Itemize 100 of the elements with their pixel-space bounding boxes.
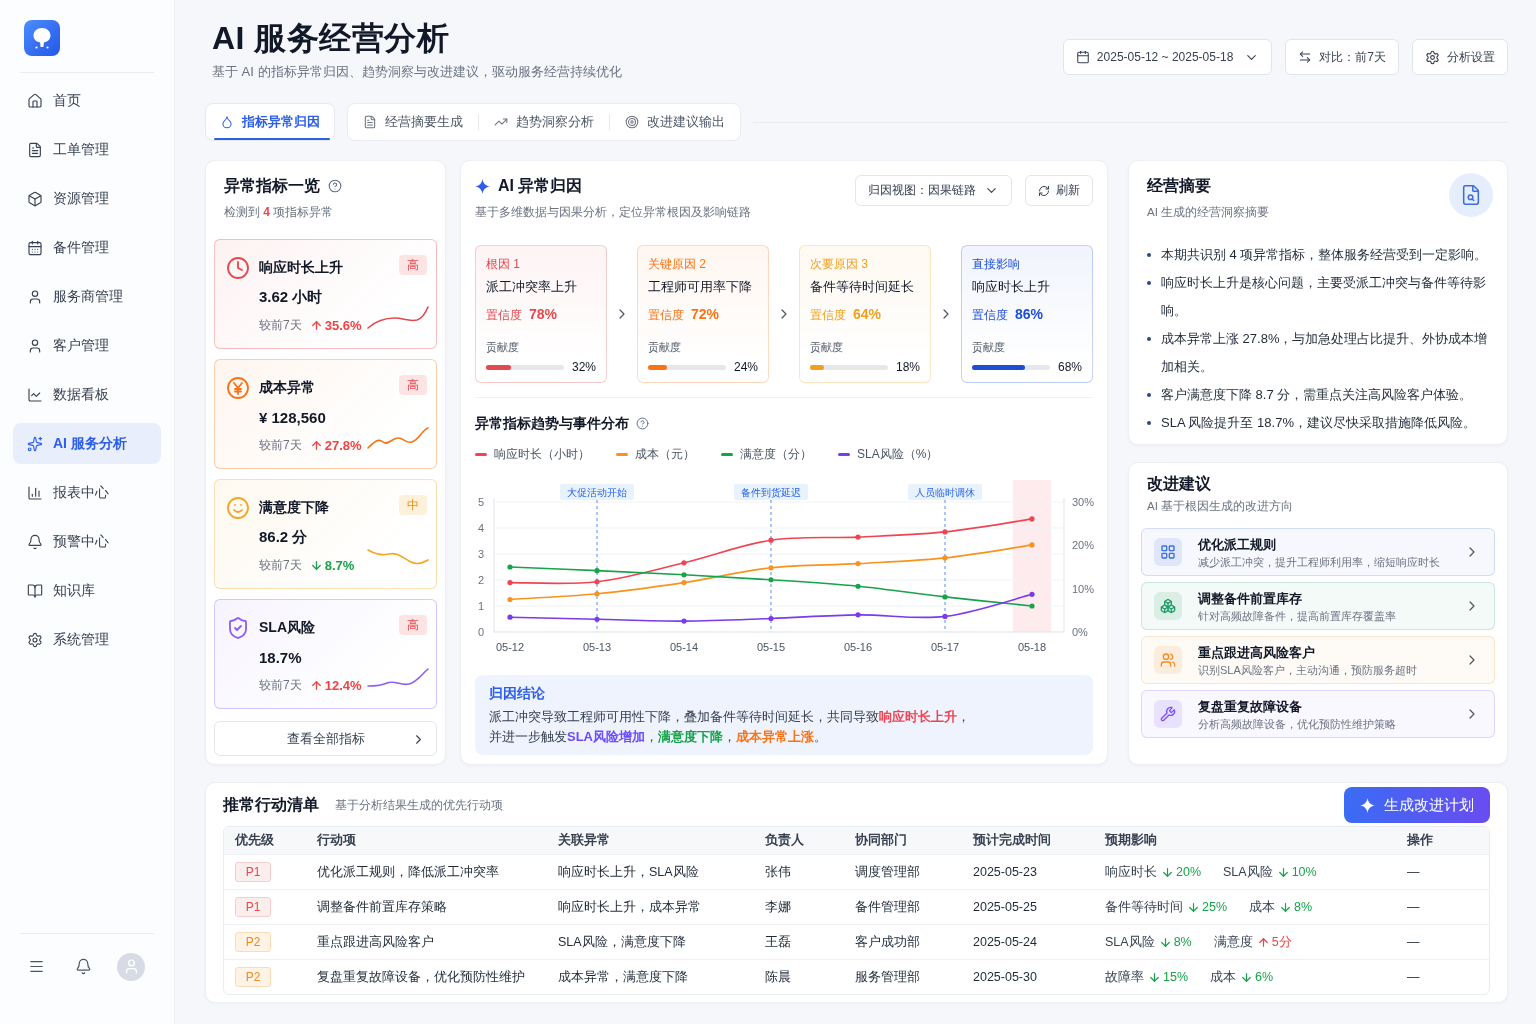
nav-item[interactable]: 系统管理 — [13, 619, 161, 660]
impact-label: SLA风险 — [1105, 933, 1155, 951]
view-select[interactable]: 归因视图：因果链路 — [855, 175, 1012, 206]
user-icon — [27, 337, 43, 354]
confidence-value: 78% — [529, 305, 558, 324]
table-cell-text: 成本异常，满意度下降 — [557, 968, 689, 986]
nav-item[interactable]: 首页 — [13, 80, 161, 121]
nav-item[interactable]: 知识库 — [13, 570, 161, 611]
tab[interactable]: 经营摘要生成 — [348, 104, 478, 140]
column-header: 行动项 — [316, 832, 357, 849]
metric-value: 3.62 小时 — [259, 287, 324, 307]
nav-item[interactable]: 资源管理 — [13, 178, 161, 219]
suggestion-item[interactable]: 优化派工规则 减少派工冲突，提升工程师利用率，缩短响应时长 — [1141, 528, 1495, 576]
metric-name: 成本异常 — [259, 379, 316, 397]
refresh-button[interactable]: 刷新 — [1025, 175, 1093, 206]
nav-item[interactable]: AI 服务分析 — [13, 423, 161, 464]
nav-item[interactable]: 工单管理 — [13, 129, 161, 170]
data-point — [768, 577, 774, 583]
nav-item[interactable]: 服务商管理 — [13, 276, 161, 317]
y-axis-label: 2 — [477, 574, 485, 586]
data-point — [681, 580, 687, 586]
target-icon — [625, 115, 639, 129]
calendar-icon — [1075, 50, 1090, 64]
suggestion-item[interactable]: 重点跟进高风险客户 识别SLA风险客户，主动沟通，预防服务超时 — [1141, 636, 1495, 684]
logo — [24, 20, 60, 56]
metric-value: 18.7% — [259, 648, 303, 666]
severity-badge: 高 — [399, 615, 427, 635]
column-header: 预计完成时间 — [972, 831, 1052, 849]
change-value: 35.6% — [324, 317, 362, 333]
impact-value: 6% — [1255, 970, 1274, 984]
data-point — [594, 579, 600, 585]
priority-badge: P2 — [235, 932, 271, 952]
severity-badge: 高 — [399, 375, 427, 395]
summary-item: 成本异常上涨 27.8%，与加急处理占比提升、外协成本增加相关。 — [1161, 330, 1489, 376]
table-cell-text: 优化派工规则，降低派工冲突率 — [316, 863, 500, 881]
data-point — [942, 594, 948, 600]
data-point — [768, 615, 774, 622]
compare-button[interactable]: 对比：前7天 — [1285, 39, 1399, 75]
y-axis-label: 5 — [477, 496, 485, 508]
date-range-picker[interactable]: 2025-05-12 ~ 2025-05-18 — [1062, 39, 1273, 75]
box-icon — [27, 190, 43, 207]
bullet-dot-icon — [1147, 281, 1151, 285]
settings-icon — [27, 631, 43, 648]
sparkline — [367, 304, 429, 332]
report-icon — [1449, 173, 1493, 217]
data-point — [942, 555, 948, 561]
panel-title: AI 异常归因 — [498, 176, 583, 196]
event-tag: 备件到货延迟 — [734, 484, 808, 500]
y-axis-label: 3 — [477, 548, 485, 560]
suggestion-item[interactable]: 复盘重复故障设备 分析高频故障设备，优化预防性维护策略 — [1141, 690, 1495, 738]
nav-item[interactable]: 数据看板 — [13, 374, 161, 415]
view-all-button[interactable]: 查看全部指标 — [214, 721, 437, 756]
column-header: 关联异常 — [557, 832, 611, 849]
panel-subtitle: AI 生成的经营洞察摘要 — [1147, 205, 1270, 220]
suggestion-item[interactable]: 调整备件前置库存 针对高频故障备件，提高前置库存覆盖率 — [1141, 582, 1495, 630]
y-axis-label: 30% — [1072, 496, 1095, 508]
impact-value: 25% — [1202, 900, 1228, 914]
data-point — [1029, 542, 1035, 548]
tab[interactable]: 趋势洞察分析 — [479, 104, 609, 140]
legend-label: 满意度（分） — [740, 446, 812, 462]
data-point — [507, 564, 513, 570]
suggestion-title: 复盘重复故障设备 — [1198, 697, 1303, 716]
calendar-icon — [27, 239, 43, 256]
severity-badge: 高 — [399, 255, 427, 275]
nav-item[interactable]: 报表中心 — [13, 472, 161, 513]
data-point — [855, 561, 861, 567]
y-axis-label: 1 — [477, 600, 485, 612]
x-axis-label: 05-15 — [756, 641, 786, 653]
bell-icon[interactable] — [75, 958, 92, 975]
tab[interactable]: 改进建议输出 — [610, 104, 740, 140]
nav-item[interactable]: 预警中心 — [13, 521, 161, 562]
column-header: 预期影响 — [1104, 832, 1158, 849]
book-icon — [27, 582, 43, 599]
table-cell-text: 复盘重复故障设备，优化预防性维护 — [316, 968, 526, 986]
compare-label: 较前7天 — [259, 676, 302, 694]
contribution-label: 贡献度 — [972, 340, 1006, 354]
tab[interactable]: 指标异常归因 — [205, 103, 335, 141]
impact-label: 故障率 — [1105, 968, 1144, 986]
priority-badge: P1 — [235, 862, 271, 882]
confidence-label: 置信度 — [486, 307, 522, 324]
confidence-value: 72% — [691, 305, 720, 324]
help-icon — [636, 416, 649, 430]
table-cell-text: 重点跟进高风险客户 — [316, 933, 435, 951]
ref-line-label: 人员临时调休 — [915, 487, 975, 498]
bullet-dot-icon — [1147, 337, 1151, 341]
menu-icon[interactable] — [28, 958, 45, 975]
settings-button[interactable]: 分析设置 — [1412, 39, 1508, 75]
column-header: 负责人 — [764, 832, 805, 849]
legend-label: 响应时长（小时） — [494, 446, 590, 462]
compare-label: 较前7天 — [259, 316, 302, 334]
nav-item[interactable]: 客户管理 — [13, 325, 161, 366]
metric-value: 86.2 分 — [259, 527, 309, 547]
suggestion-description: 针对高频故障备件，提高前置库存覆盖率 — [1198, 608, 1396, 623]
column-header: 协同部门 — [854, 832, 908, 849]
metric-name: SLA风险 — [259, 619, 316, 637]
generate-plan-button[interactable]: 生成改进计划 — [1344, 787, 1490, 823]
refresh-icon — [1038, 184, 1050, 197]
nav-item[interactable]: 备件管理 — [13, 227, 161, 268]
panel-title: 经营摘要 — [1147, 176, 1212, 196]
x-axis-label: 05-18 — [1017, 641, 1047, 653]
